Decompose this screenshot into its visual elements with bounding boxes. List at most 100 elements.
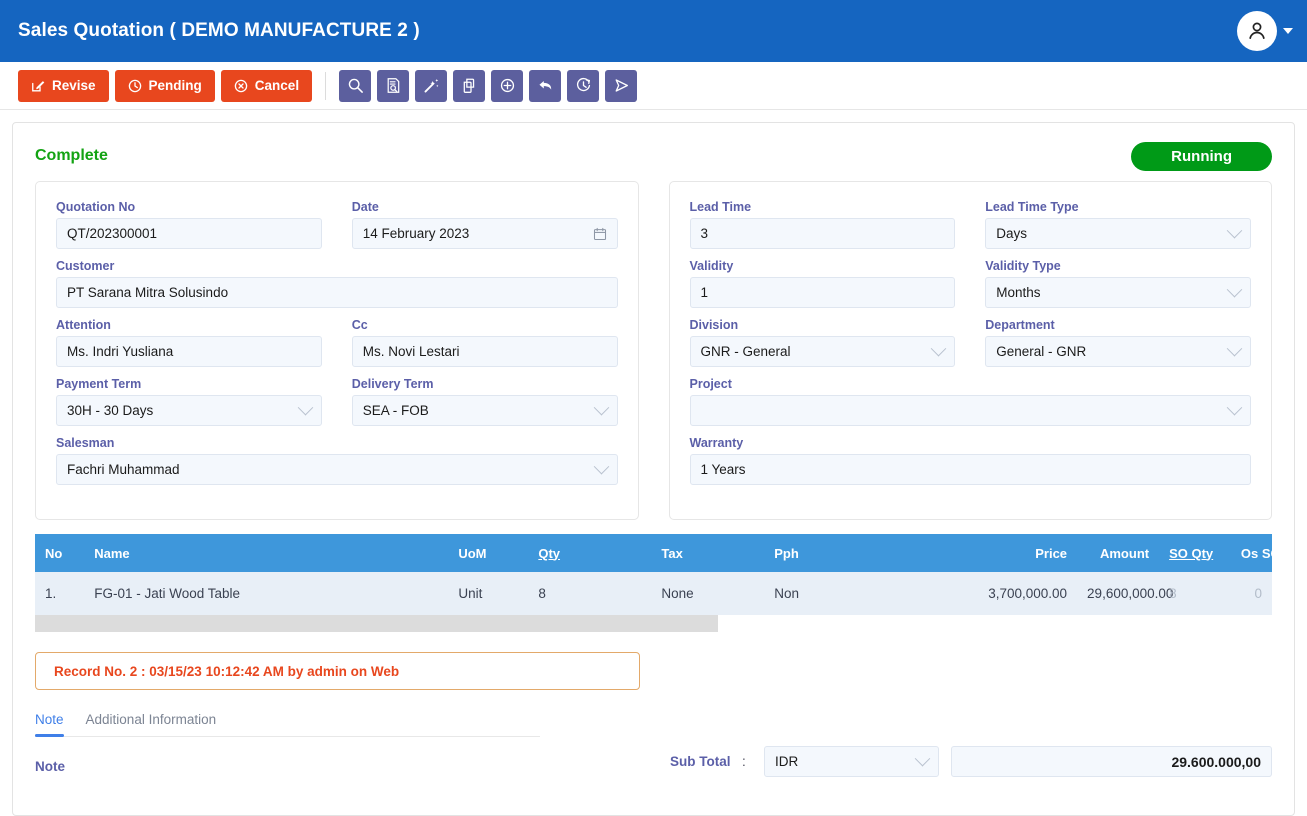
column-header-tax[interactable]: Tax	[651, 534, 765, 572]
history-button[interactable]	[567, 69, 600, 102]
department-select[interactable]: General - GNR	[985, 336, 1251, 367]
tab-note[interactable]: Note	[35, 712, 64, 737]
undo-arrow-icon	[539, 80, 551, 90]
salesman-select[interactable]: Fachri Muhammad	[56, 454, 618, 485]
lead-time-input[interactable]: 3	[689, 218, 956, 249]
status-badge[interactable]: Running	[1131, 141, 1272, 171]
tab-additional-information[interactable]: Additional Information	[86, 712, 217, 736]
field-validity-type: Validity Type Months	[985, 259, 1251, 308]
document-search-button[interactable]	[377, 69, 410, 102]
validity-input[interactable]: 1	[689, 277, 956, 308]
copy-button[interactable]	[453, 69, 486, 102]
table-row[interactable]: 1. FG-01 - Jati Wood Table Unit 8 None N…	[35, 572, 1272, 615]
chevron-down-icon	[930, 340, 947, 357]
cancel-button[interactable]: Cancel	[220, 69, 313, 102]
delivery-term-label: Delivery Term	[351, 377, 434, 391]
pending-label: Pending	[148, 78, 202, 93]
magic-wand-button[interactable]	[415, 69, 448, 102]
delivery-term-value: SEA - FOB	[362, 403, 429, 418]
currency-field: IDR	[764, 746, 939, 777]
copy-icon	[463, 78, 474, 93]
edit-square-icon	[32, 80, 45, 91]
column-header-so-qty[interactable]: SO Qty	[1159, 534, 1231, 572]
salesman-label: Salesman	[56, 436, 115, 450]
payment-term-label: Payment Term	[56, 377, 142, 391]
col-label: Name	[94, 545, 130, 561]
field-project: Project	[689, 377, 1251, 426]
chevron-down-icon	[1226, 281, 1243, 298]
field-lead-time: Lead Time 3	[689, 200, 956, 249]
sub-total-amount-value: 29.600.000,00	[1171, 753, 1261, 770]
add-button[interactable]	[491, 69, 524, 102]
validity-type-select[interactable]: Months	[985, 277, 1251, 308]
note-heading: Note	[35, 759, 65, 774]
customer-input[interactable]: PT Sarana Mitra Solusindo	[56, 277, 618, 308]
column-header-uom[interactable]: UoM	[448, 534, 529, 572]
cell-uom: Unit	[448, 572, 529, 615]
cell-os-so: 0	[1230, 572, 1272, 615]
column-header-pph[interactable]: Pph	[764, 534, 944, 572]
column-header-name[interactable]: Name	[84, 534, 449, 572]
lead-time-type-select[interactable]: Days	[985, 218, 1251, 249]
status-row: Complete Running	[35, 139, 1272, 173]
delivery-term-select[interactable]: SEA - FOB	[351, 395, 618, 426]
field-cc: Cc Ms. Novi Lestari	[351, 318, 618, 367]
cc-input[interactable]: Ms. Novi Lestari	[351, 336, 618, 367]
calendar-icon[interactable]	[593, 227, 607, 241]
department-label: Department	[985, 318, 1055, 332]
send-button[interactable]	[605, 69, 638, 102]
table-horizontal-scrollbar[interactable]	[35, 615, 1272, 632]
validity-type-label: Validity Type	[985, 259, 1061, 273]
avatar[interactable]	[1237, 11, 1277, 51]
bottom-section: Note Additional Information Note Sub Tot…	[35, 712, 1272, 777]
search-button[interactable]	[339, 69, 372, 102]
toolbar: Revise Pending Cancel	[0, 62, 1307, 110]
circle-x-icon	[234, 79, 248, 92]
field-warranty: Warranty 1 Years	[689, 436, 1251, 485]
revise-button[interactable]: Revise	[18, 69, 109, 102]
pending-button[interactable]: Pending	[114, 69, 215, 102]
quotation-no-input[interactable]: QT/202300001	[56, 218, 322, 249]
validity-type-value: Months	[996, 285, 1041, 300]
col-label: UoM	[458, 545, 487, 561]
field-lead-time-type: Lead Time Type Days	[985, 200, 1251, 249]
chevron-down-icon[interactable]	[1283, 28, 1293, 34]
field-division: Division GNR - General	[689, 318, 956, 367]
tab-note-label: Note	[35, 712, 64, 727]
currency-value: IDR	[775, 754, 799, 769]
column-header-no[interactable]: No	[35, 534, 85, 572]
sub-total-amount-field: 29.600.000,00	[951, 746, 1272, 777]
sub-total-separator: :	[742, 754, 746, 769]
warranty-value: 1 Years	[700, 462, 746, 477]
form-panels: Quotation No QT/202300001 Date 14 Februa…	[35, 181, 1272, 520]
column-header-amount[interactable]: Amount	[1077, 534, 1160, 572]
column-header-os-so[interactable]: Os SO	[1230, 534, 1281, 572]
chevron-down-icon	[593, 399, 609, 416]
send-icon	[615, 79, 628, 92]
project-select[interactable]	[689, 395, 1251, 426]
chevron-down-icon	[593, 458, 609, 475]
revise-label: Revise	[52, 78, 96, 93]
column-header-price[interactable]: Price	[943, 534, 1078, 572]
department-value: General - GNR	[996, 344, 1087, 359]
division-select[interactable]: GNR - General	[689, 336, 956, 367]
chevron-down-icon	[914, 750, 931, 767]
cell-so-qty: 8	[1159, 572, 1231, 615]
column-header-qty[interactable]: Qty	[528, 534, 652, 572]
field-payment-term: Payment Term 30H - 30 Days	[56, 377, 322, 426]
date-input[interactable]: 14 February 2023	[351, 218, 618, 249]
note-tabs: Note Additional Information	[35, 712, 540, 737]
lead-time-type-value: Days	[996, 226, 1028, 241]
warranty-input[interactable]: 1 Years	[689, 454, 1251, 485]
attention-input[interactable]: Ms. Indri Yusliana	[56, 336, 322, 367]
magic-wand-icon	[424, 78, 439, 93]
search-icon	[348, 78, 363, 93]
undo-button[interactable]	[529, 69, 562, 102]
cell-amount: 29,600,000.00	[1077, 572, 1173, 615]
cell-no: 1.	[35, 572, 85, 615]
scrollbar-thumb[interactable]	[35, 615, 718, 632]
payment-term-select[interactable]: 30H - 30 Days	[56, 395, 322, 426]
date-value: 14 February 2023	[362, 226, 470, 241]
sub-total-amount-input[interactable]: 29.600.000,00	[951, 746, 1272, 777]
currency-select[interactable]: IDR	[764, 746, 939, 777]
